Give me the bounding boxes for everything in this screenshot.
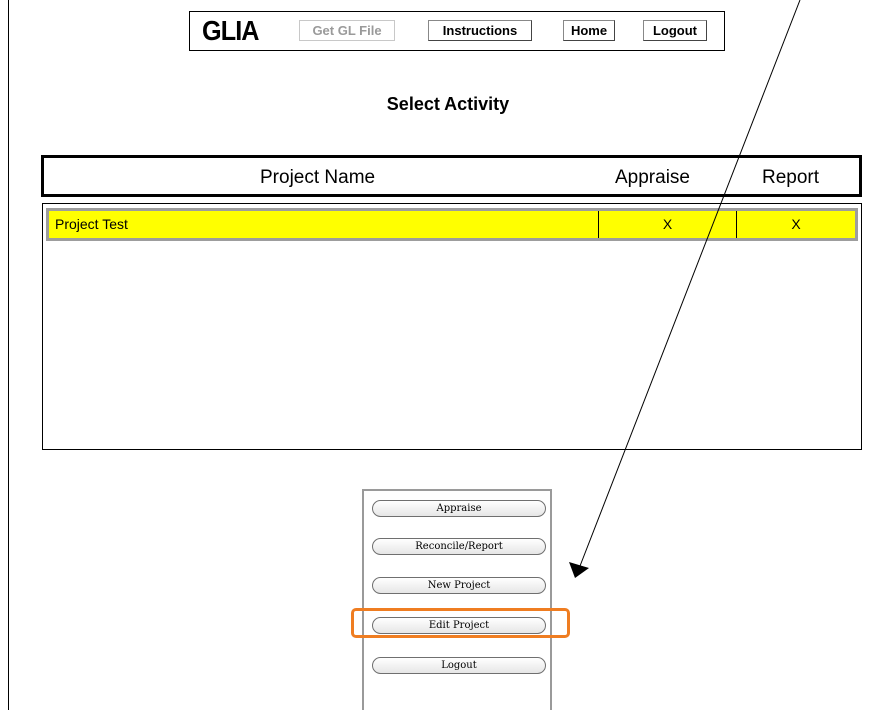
get-gl-file-button[interactable]: Get GL File xyxy=(299,20,395,41)
logout-button[interactable]: Logout xyxy=(372,657,546,674)
column-header-appraise: Appraise xyxy=(615,167,690,188)
instructions-button[interactable]: Instructions xyxy=(428,20,532,41)
page-title: Select Activity xyxy=(386,94,510,114)
appraise-cell[interactable]: X xyxy=(599,211,737,238)
column-header-report: Report xyxy=(762,167,820,188)
action-panel: Appraise Reconcile/Report New Project Ed… xyxy=(362,489,552,710)
project-name-cell[interactable]: Project Test xyxy=(49,211,599,238)
logout-nav-button[interactable]: Logout xyxy=(643,20,707,41)
column-header-project-name: Project Name xyxy=(260,167,376,188)
home-button[interactable]: Home xyxy=(563,20,615,41)
glia-logo: GLIA xyxy=(202,15,260,46)
appraise-button[interactable]: Appraise xyxy=(372,500,546,517)
top-nav: GLIA Get GL File Instructions Home Logou… xyxy=(189,11,725,51)
report-cell[interactable]: X xyxy=(737,211,855,238)
table-header: Project Name Appraise Report xyxy=(41,155,862,197)
reconcile-report-button[interactable]: Reconcile/Report xyxy=(372,538,546,555)
table-row[interactable]: Project Test X X xyxy=(46,208,858,241)
arrow-head-icon xyxy=(569,562,589,578)
edit-project-highlight xyxy=(351,608,570,638)
new-project-button[interactable]: New Project xyxy=(372,577,546,594)
project-list: Project Test X X xyxy=(42,203,862,450)
